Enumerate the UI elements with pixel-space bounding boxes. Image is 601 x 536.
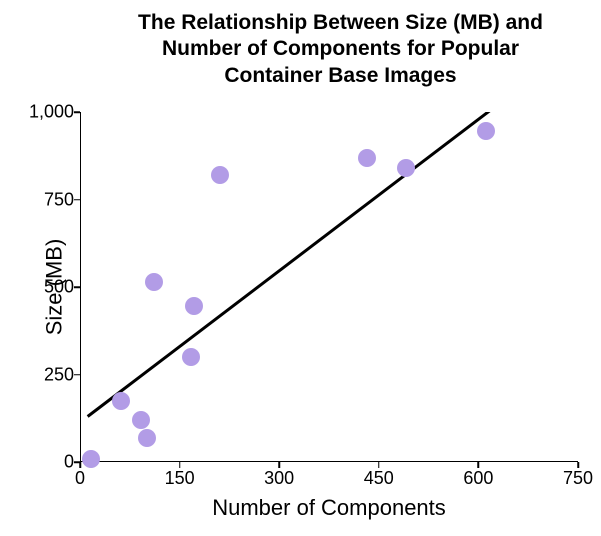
data-point	[182, 348, 200, 366]
x-tick-mark	[478, 462, 480, 468]
x-tick-450: 450	[364, 468, 394, 489]
chart-title: The Relationship Between Size (MB) and N…	[120, 10, 561, 89]
y-tick-250: 250	[44, 364, 74, 385]
data-point	[185, 297, 203, 315]
x-tick-150: 150	[165, 468, 195, 489]
x-tick-300: 300	[264, 468, 294, 489]
x-tick-mark	[577, 462, 579, 468]
y-tick-750: 750	[44, 189, 74, 210]
y-tick-500: 500	[44, 277, 74, 298]
x-tick-mark	[179, 462, 181, 468]
x-tick-mark	[79, 462, 81, 468]
plot-area	[80, 112, 578, 462]
x-tick-750: 750	[563, 468, 593, 489]
data-point	[112, 392, 130, 410]
x-tick-600: 600	[463, 468, 493, 489]
data-point	[477, 122, 495, 140]
data-point	[211, 166, 229, 184]
x-axis-label: Number of Components	[80, 495, 578, 521]
data-point	[132, 411, 150, 429]
data-point	[82, 450, 100, 468]
x-tick-mark	[378, 462, 380, 468]
y-tick-1000: 1,000	[29, 102, 74, 123]
data-point	[397, 159, 415, 177]
x-tick-0: 0	[75, 468, 85, 489]
x-tick-mark	[278, 462, 280, 468]
y-tick-0: 0	[64, 452, 74, 473]
data-point	[358, 149, 376, 167]
scatter-chart: The Relationship Between Size (MB) and N…	[0, 0, 601, 536]
data-point	[138, 429, 156, 447]
data-point	[145, 273, 163, 291]
